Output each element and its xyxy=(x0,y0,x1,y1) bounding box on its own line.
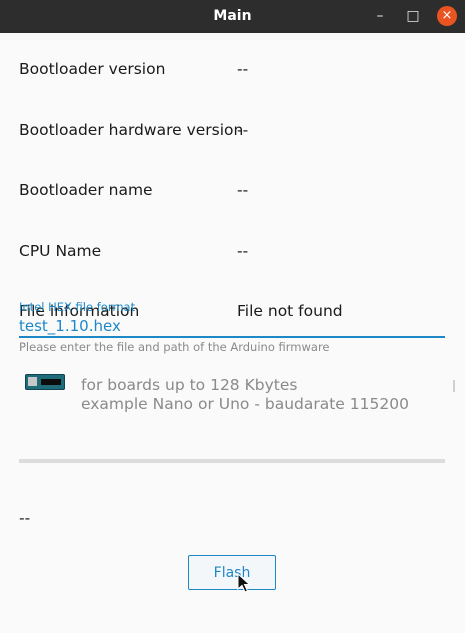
list-scrollbar[interactable] xyxy=(453,380,455,392)
flash-button[interactable]: Flash xyxy=(188,555,276,590)
progress-bar xyxy=(19,459,445,463)
board-description-line1: for boards up to 128 Kbytes xyxy=(81,376,298,394)
info-row-bootloader-name: Bootloader name -- xyxy=(19,181,449,205)
info-label: Bootloader hardware version xyxy=(19,121,244,139)
title-bar: Main – □ × xyxy=(0,0,465,33)
info-value: -- xyxy=(237,181,249,199)
info-row-cpu-name: CPU Name -- xyxy=(19,242,449,266)
info-value: -- xyxy=(237,60,249,78)
info-label: CPU Name xyxy=(19,242,102,260)
window-title: Main xyxy=(213,8,252,24)
hex-file-input[interactable] xyxy=(19,316,445,338)
info-row-bootloader-hardware-version: Bootloader hardware version -- xyxy=(19,121,449,145)
hex-field-helper-text: Please enter the file and path of the Ar… xyxy=(19,340,330,354)
mouse-pointer-icon xyxy=(237,573,251,593)
minimize-icon[interactable]: – xyxy=(370,6,390,26)
info-label: Bootloader version xyxy=(19,60,166,78)
status-text: -- xyxy=(19,509,31,527)
info-value: -- xyxy=(237,242,249,260)
hex-field-caption: Intel HEX file format xyxy=(19,300,136,314)
maximize-icon[interactable]: □ xyxy=(403,6,423,26)
info-row-bootloader-version: Bootloader version -- xyxy=(19,60,449,84)
arduino-board-icon xyxy=(25,374,65,390)
info-label: Bootloader name xyxy=(19,181,153,199)
close-icon[interactable]: × xyxy=(437,6,457,26)
info-value: -- xyxy=(237,121,249,139)
board-list-item[interactable]: for boards up to 128 Kbytes example Nano… xyxy=(19,366,449,420)
board-description-line2: example Nano or Uno - baudarate 115200 xyxy=(81,395,409,413)
